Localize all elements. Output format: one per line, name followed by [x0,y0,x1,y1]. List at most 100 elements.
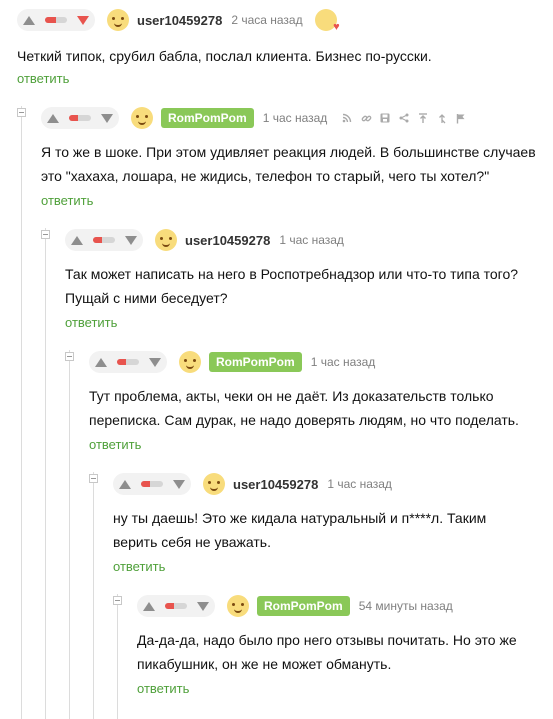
comment-time[interactable]: 2 часа назад [231,13,302,27]
comment: user10459278 2 часа назад ♥ Четкий типок… [17,6,553,96]
comment: user10459278 1 час назад Так может напис… [65,226,553,338]
reply-link[interactable]: ответить [41,193,93,208]
rating-bar-fill [117,359,126,365]
collapse-branch-button[interactable] [113,596,122,605]
comment-rating [89,351,167,373]
comment-text-line: это "хахаха, лошара, не жидись, телефон … [41,168,490,184]
rating-bar-fill [93,237,102,243]
comment-text: Да-да-да, надо было про него отзывы почи… [137,628,517,676]
avatar[interactable] [203,473,225,495]
collapse-branch-button[interactable] [89,474,98,483]
comment-time[interactable]: 1 час назад [279,233,344,247]
branch-line [93,472,94,719]
heart-icon: ♥ [333,21,340,33]
branch-line [117,594,118,719]
avatar[interactable] [179,351,201,373]
comment-author[interactable]: user10459278 [185,233,270,248]
comment: RomPomPom 54 минуты назад Да-да-да, надо… [137,592,553,704]
collapse-branch-button[interactable] [41,230,50,239]
comment-rating [17,9,95,31]
comment: RomPomPom 1 час назад Я то же в шоке. Пр… [41,104,553,216]
comment-header: RomPomPom 1 час назад [89,348,375,376]
save-icon[interactable] [377,111,393,125]
comment-header: RomPomPom 54 минуты назад [137,592,453,620]
rating-bar [165,603,187,609]
comment-text-line: Так может написать на него в Роспотребна… [65,266,519,282]
collapse-branch-button[interactable] [17,108,26,117]
downvote-icon[interactable] [77,15,89,25]
rss-icon[interactable] [339,111,355,125]
reply-link[interactable]: ответить [137,681,189,696]
reply-link[interactable]: ответить [17,71,69,86]
rating-bar [69,115,91,121]
rating-bar-fill [165,603,174,609]
upvote-icon[interactable] [95,357,107,367]
avatar[interactable] [227,595,249,617]
upvote-icon[interactable] [71,235,83,245]
comment-text-line: Да-да-да, надо было про него отзывы почи… [137,632,517,648]
comment-header: user10459278 1 час назад [65,226,344,254]
branch-line [69,350,70,719]
rating-bar [117,359,139,365]
comment-author-op-badge[interactable]: RomPomPom [209,352,302,372]
upvote-icon[interactable] [143,601,155,611]
rating-bar [141,481,163,487]
comment-rating [113,473,191,495]
branch-line [45,228,46,719]
scroll-to-parent-icon[interactable] [415,111,431,125]
rating-bar-fill [141,481,150,487]
comment-rating [41,107,119,129]
comment-text: Тут проблема, акты, чеки он не даёт. Из … [89,384,519,432]
avatar[interactable] [155,229,177,251]
comment-time[interactable]: 1 час назад [327,477,392,491]
report-flag-icon[interactable] [453,111,469,125]
comment-rating [137,595,215,617]
branch-line [21,106,22,719]
comment-toolbar [339,111,472,125]
comment: RomPomPom 1 час назад Тут проблема, акты… [89,348,553,460]
rating-bar-fill [69,115,78,121]
comment-text-line: Пущай с ними беседует? [65,290,228,306]
reply-link[interactable]: ответить [65,315,117,330]
comment-text-line: Тут проблема, акты, чеки он не даёт. Из … [89,388,494,404]
upvote-icon[interactable] [119,479,131,489]
comment-text-line: Четкий типок, срубил бабла, послал клиен… [17,48,432,64]
upvote-icon[interactable] [23,15,35,25]
upvote-icon[interactable] [47,113,59,123]
avatar[interactable] [131,107,153,129]
comment-header: user10459278 2 часа назад ♥ [17,6,340,34]
comment-author-op-badge[interactable]: RomPomPom [161,108,254,128]
reply-link[interactable]: ответить [113,559,165,574]
collapse-branch-button[interactable] [65,352,74,361]
comment-time[interactable]: 54 минуты назад [359,599,453,613]
avatar[interactable] [107,9,129,31]
comment-text-line: переписка. Сам дурак, не надо доверять л… [89,412,519,428]
comment-time[interactable]: 1 час назад [311,355,376,369]
comment-header: user10459278 1 час назад [113,470,392,498]
comment-rating [65,229,143,251]
downvote-icon[interactable] [125,235,137,245]
rating-bar [45,17,67,23]
link-icon[interactable] [358,111,374,125]
award-icon[interactable]: ♥ [314,9,340,33]
comment-author[interactable]: user10459278 [233,477,318,492]
comment-author-op-badge[interactable]: RomPomPom [257,596,350,616]
comment: user10459278 1 час назад ну ты даешь! Эт… [113,470,553,582]
rating-bar [93,237,115,243]
downvote-icon[interactable] [149,357,161,367]
comment-header: RomPomPom 1 час назад [41,104,472,132]
comment-time[interactable]: 1 час назад [263,111,328,125]
comment-text: Так может написать на него в Роспотребна… [65,262,518,310]
downvote-icon[interactable] [197,601,209,611]
comment-author[interactable]: user10459278 [137,13,222,28]
reply-link[interactable]: ответить [89,437,141,452]
comment-text-line: ну ты даешь! Это же кидала натуральный и… [113,510,487,526]
downvote-icon[interactable] [101,113,113,123]
comment-thread: user10459278 2 часа назад ♥ Четкий типок… [0,0,553,719]
rating-bar-fill [45,17,56,23]
share-icon[interactable] [396,111,412,125]
downvote-icon[interactable] [173,479,185,489]
comment-text: ну ты даешь! Это же кидала натуральный и… [113,506,486,554]
scroll-to-root-icon[interactable] [434,111,450,125]
comment-text: Четкий типок, срубил бабла, послал клиен… [17,44,432,68]
